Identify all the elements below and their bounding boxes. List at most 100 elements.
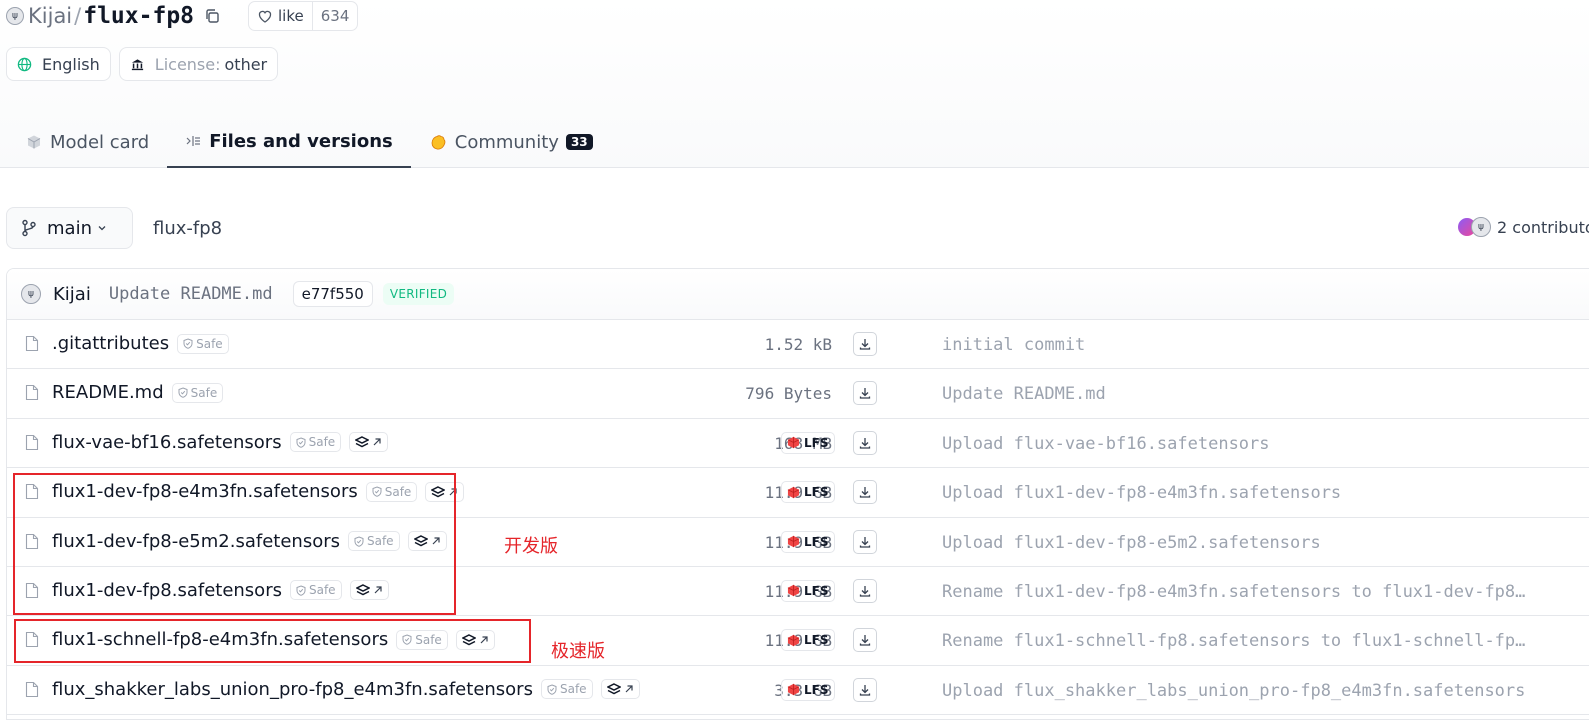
tab-files-label: Files and versions: [209, 130, 393, 152]
file-commit-message[interactable]: Rename flux1-schnell-fp8.safetensors to …: [942, 631, 1542, 651]
file-name-cell: flux1-dev-fp8.safetensors Safe: [52, 580, 389, 601]
file-row[interactable]: flux_shakker_labs_union_pro-fp8_e4m3fn.s…: [7, 666, 1589, 716]
commit-author-avatar[interactable]: ψ: [21, 284, 41, 304]
owner-avatar[interactable]: ψ: [6, 7, 24, 25]
lfs-badge[interactable]: LFS: [781, 481, 835, 504]
shield-icon: [372, 486, 385, 498]
file-table: ψ Kijai Update README.md e77f550 VERIFIE…: [6, 268, 1589, 720]
tag-language[interactable]: English: [6, 47, 111, 81]
repo-name-link[interactable]: flux-fp8: [83, 3, 194, 29]
branch-selector[interactable]: main: [6, 207, 133, 249]
external-link-icon: [373, 585, 383, 595]
shield-icon: [296, 437, 309, 448]
file-name-link[interactable]: flux1-dev-fp8.safetensors: [52, 580, 282, 601]
download-button[interactable]: [853, 430, 877, 455]
file-name-link[interactable]: .gitattributes: [52, 333, 169, 354]
file-row[interactable]: flux1-schnell-fp8-e4m3fn.safetensors Safe…: [7, 616, 1589, 666]
repo-separator: /: [74, 4, 82, 28]
lfs-badge[interactable]: LFS: [781, 530, 835, 553]
lfs-icon: [787, 486, 800, 499]
download-button[interactable]: [853, 332, 877, 356]
verified-badge[interactable]: VERIFIED: [382, 283, 455, 305]
download-button[interactable]: [853, 381, 877, 406]
file-commit-message[interactable]: initial commit: [942, 335, 1542, 355]
file-name-link[interactable]: flux-vae-bf16.safetensors: [52, 432, 282, 453]
lfs-icon: [787, 634, 800, 647]
tab-model-card[interactable]: Model card: [8, 116, 167, 168]
download-button[interactable]: [853, 628, 877, 653]
file-commit-message[interactable]: Upload flux_shakker_labs_union_pro-fp8_e…: [942, 681, 1542, 701]
pickle-scan-badge[interactable]: [600, 679, 640, 700]
layers-icon: [355, 584, 370, 596]
copy-icon[interactable]: [204, 7, 222, 25]
file-row[interactable]: flux1-dev-fp8-e5m2.safetensors Safe 11.9 G…: [7, 518, 1589, 567]
file-name-link[interactable]: flux_shakker_labs_union_pro-fp8_e4m3fn.s…: [52, 679, 533, 700]
lfs-badge[interactable]: LFS: [781, 579, 835, 602]
safe-badge[interactable]: Safe: [540, 679, 593, 700]
layers-icon: [431, 485, 446, 498]
download-icon: [858, 633, 872, 647]
tab-community[interactable]: Community 33: [411, 116, 611, 168]
commit-author[interactable]: Kijai: [53, 284, 91, 305]
safe-badge[interactable]: Safe: [177, 333, 229, 354]
file-name-link[interactable]: README.md: [52, 382, 164, 403]
shield-icon: [296, 585, 309, 596]
download-button[interactable]: [853, 529, 877, 554]
pickle-scan-badge[interactable]: [407, 531, 447, 552]
repo-owner-link[interactable]: Kijai: [28, 4, 72, 28]
download-button[interactable]: [853, 578, 877, 603]
file-row[interactable]: flux1-dev-fp8.safetensors Safe 11.9 GB LFS R…: [7, 567, 1589, 617]
file-row[interactable]: flux1-dev-fp8-e4m3fn.safetensors Safe 11.9…: [7, 468, 1589, 518]
community-count-badge: 33: [565, 134, 593, 150]
file-commit-message[interactable]: Update README.md: [942, 384, 1542, 404]
like-button[interactable]: like 634: [248, 1, 359, 31]
pickle-scan-badge[interactable]: [349, 580, 389, 601]
file-icon: [25, 631, 39, 652]
tag-license[interactable]: License: other: [118, 47, 279, 81]
commit-hash[interactable]: e77f550: [292, 281, 373, 307]
file-commit-message[interactable]: Rename flux1-dev-fp8-e4m3fn.safetensors …: [942, 582, 1542, 602]
external-link-icon: [431, 536, 441, 546]
commit-message[interactable]: Update README.md: [109, 284, 273, 304]
safe-label: Safe: [308, 583, 336, 598]
pickle-scan-badge[interactable]: [349, 432, 389, 453]
file-commit-message[interactable]: Upload flux1-dev-fp8-e4m3fn.safetensors: [942, 483, 1542, 503]
file-name-link[interactable]: flux1-schnell-fp8-e4m3fn.safetensors: [52, 629, 388, 650]
file-row[interactable]: README.md Safe 796 Bytes Update README.md: [7, 369, 1589, 419]
safe-badge[interactable]: Safe: [396, 629, 448, 650]
file-name-link[interactable]: flux1-dev-fp8-e5m2.safetensors: [52, 531, 340, 552]
layers-icon: [606, 683, 621, 695]
safe-badge[interactable]: Safe: [365, 481, 418, 502]
breadcrumb-path[interactable]: flux-fp8: [153, 218, 222, 239]
file-name-link[interactable]: flux1-dev-fp8-e4m3fn.safetensors: [52, 481, 358, 502]
download-button[interactable]: [853, 677, 877, 702]
file-commit-message[interactable]: Upload flux-vae-bf16.safetensors: [942, 434, 1542, 454]
file-icon: [25, 681, 39, 702]
annotation-schnell-label: 极速版: [551, 641, 605, 662]
pickle-scan-badge[interactable]: [455, 629, 495, 650]
safe-label: Safe: [308, 435, 336, 450]
file-row[interactable]: flux-vae-bf16.safetensors Safe 168 MB LFS Up…: [7, 419, 1589, 469]
contributors-link[interactable]: ψ 2 contributors: [1457, 217, 1589, 237]
last-commit-row: ψ Kijai Update README.md e77f550 VERIFIE…: [7, 269, 1589, 320]
tab-files-and-versions[interactable]: Files and versions: [167, 116, 411, 168]
like-count[interactable]: 634: [311, 2, 358, 30]
lfs-badge[interactable]: LFS: [781, 678, 835, 701]
external-link-icon: [448, 487, 458, 497]
safe-badge[interactable]: Safe: [347, 531, 400, 552]
safe-label: Safe: [415, 632, 442, 647]
safe-badge[interactable]: Safe: [289, 432, 342, 453]
file-icon: [25, 533, 39, 554]
file-row[interactable]: .gitattributes Safe 1.52 kB initial commit: [7, 320, 1589, 370]
file-icon: [25, 582, 39, 603]
lfs-badge[interactable]: LFS: [781, 431, 835, 454]
branch-name: main: [47, 217, 92, 239]
lfs-badge[interactable]: LFS: [781, 629, 835, 652]
pickle-scan-badge[interactable]: [425, 481, 465, 502]
safe-badge[interactable]: Safe: [171, 382, 224, 403]
safe-badge[interactable]: Safe: [289, 580, 342, 601]
repo-tabs: Model card Files and versions Community …: [8, 116, 611, 168]
file-commit-message[interactable]: Upload flux1-dev-fp8-e5m2.safetensors: [942, 533, 1542, 553]
download-button[interactable]: [853, 480, 877, 505]
repo-tags: English License: other: [6, 47, 279, 81]
